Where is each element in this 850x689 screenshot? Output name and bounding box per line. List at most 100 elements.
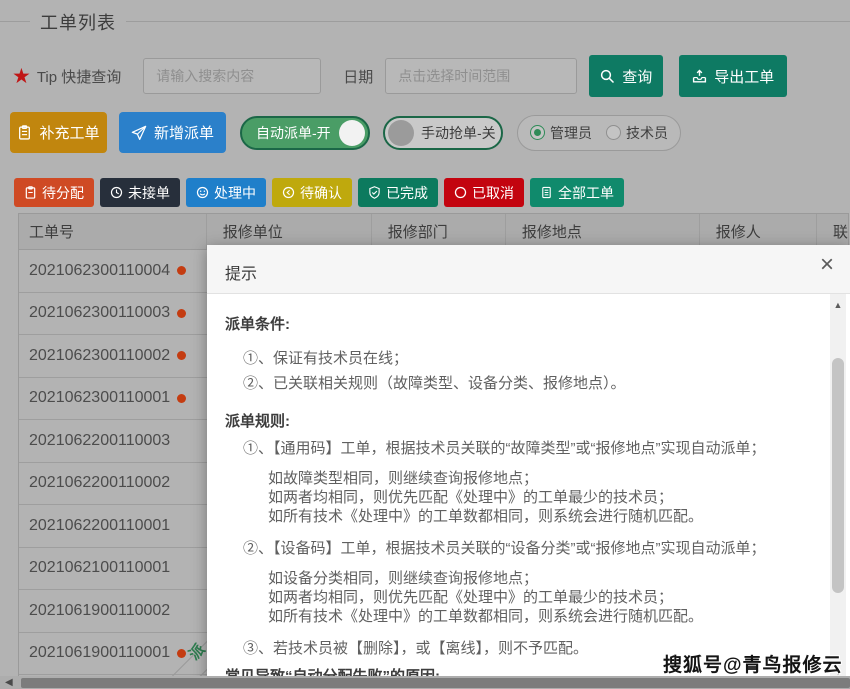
clipboard-icon	[24, 186, 37, 199]
query-button[interactable]: 查询	[589, 55, 663, 97]
rule-subitem: 如两者均相同，则优先匹配《处理中》的工单最少的技术员；	[268, 588, 673, 607]
filter-in-progress[interactable]: 处理中	[186, 178, 266, 207]
order-no: 2021061900110001	[29, 644, 170, 662]
unread-dot	[177, 309, 186, 318]
manual-grab-toggle-label: 手动抢单-关	[421, 123, 496, 143]
scroll-left-icon[interactable]: ◀	[5, 677, 13, 688]
filter-not-accepted[interactable]: 未接单	[100, 178, 180, 207]
circle-icon	[454, 186, 467, 199]
filter-label: 已取消	[472, 183, 514, 203]
filter-all-orders[interactable]: 全部工单	[530, 178, 624, 207]
unread-dot	[177, 394, 186, 403]
export-icon	[692, 69, 707, 84]
work-order-page: 工单列表 ★ Tip 快捷查询 日期 查询 导出工单	[0, 0, 850, 689]
smiley-icon	[196, 186, 209, 199]
col-contact[interactable]: 联	[817, 214, 848, 249]
order-no: 2021062300110001	[29, 389, 170, 407]
export-button-label: 导出工单	[714, 66, 774, 87]
radio-admin[interactable]: 管理员	[530, 123, 592, 143]
order-no: 2021062300110003	[29, 304, 170, 322]
title-divider	[0, 21, 850, 22]
scrollbar-thumb[interactable]	[832, 358, 844, 593]
search-icon	[600, 69, 615, 84]
dispatch-rules-heading: 派单规则:	[225, 410, 290, 431]
rule-subitem: 如故障类型相同，则继续查询报修地点；	[268, 469, 538, 488]
page-title: 工单列表	[30, 9, 126, 35]
order-no: 2021061900110002	[29, 602, 170, 620]
rule-item: ①、【通用码】工单，根据技术员关联的“故障类型”或“报修地点”实现自动派单；	[243, 437, 765, 458]
search-toolbar: ★ Tip 快捷查询 日期 查询 导出工单	[12, 54, 787, 98]
order-no: 2021062200110002	[29, 474, 170, 492]
filter-label: 未接单	[128, 183, 170, 203]
auto-dispatch-toggle[interactable]: 自动派单-开	[240, 116, 370, 150]
clipboard-icon	[17, 125, 32, 140]
filter-completed[interactable]: 已完成	[358, 178, 438, 207]
col-reporter[interactable]: 报修人	[700, 214, 817, 249]
search-input[interactable]	[143, 58, 321, 94]
order-no: 2021062100110001	[29, 559, 170, 577]
clock-icon	[110, 186, 123, 199]
quick-search-label: Tip 快捷查询	[37, 66, 121, 87]
rule-subitem: 如两者均相同，则优先匹配《处理中》的工单最少的技术员；	[268, 488, 673, 507]
order-no: 2021062300110002	[29, 347, 170, 365]
supplement-button-label: 补充工单	[39, 122, 99, 143]
date-label: 日期	[343, 66, 373, 87]
close-icon[interactable]: ×	[820, 253, 834, 277]
modal-title: 提示	[225, 260, 257, 284]
modal-header: 提示 ×	[207, 245, 850, 294]
filter-label: 待分配	[42, 183, 84, 203]
watermark: 搜狐号@青鸟报修云	[663, 650, 843, 677]
action-bar: 补充工单 新增派单 自动派单-开 手动抢单-关 管理员 技术员	[10, 112, 681, 153]
role-radio-group: 管理员 技术员	[517, 115, 681, 151]
date-range-input[interactable]	[385, 58, 577, 94]
filter-label: 已完成	[386, 183, 428, 203]
supplement-order-button[interactable]: 补充工单	[10, 112, 107, 153]
col-repair-dept[interactable]: 报修部门	[372, 214, 506, 249]
filter-cancelled[interactable]: 已取消	[444, 178, 524, 207]
rule-subitem: 如设备分类相同，则继续查询报修地点；	[268, 569, 538, 588]
unread-dot	[177, 266, 186, 275]
export-orders-button[interactable]: 导出工单	[679, 55, 787, 97]
toggle-knob	[339, 120, 365, 146]
auto-dispatch-toggle-label: 自动派单-开	[256, 123, 331, 143]
scroll-up-icon[interactable]: ▲	[830, 300, 846, 310]
condition-item: ①、保证有技术员在线；	[243, 347, 408, 368]
col-repair-unit[interactable]: 报修单位	[207, 214, 372, 249]
star-icon: ★	[12, 66, 31, 87]
radio-unselected-icon	[606, 125, 621, 140]
new-dispatch-button[interactable]: 新增派单	[119, 112, 226, 153]
filter-pending-assign[interactable]: 待分配	[14, 178, 94, 207]
new-dispatch-button-label: 新增派单	[154, 122, 214, 143]
rule-subitem: 如所有技术《处理中》的工单数都相同，则系统会进行随机匹配。	[268, 607, 703, 626]
col-order-no[interactable]: 工单号	[19, 214, 207, 249]
modal-scrollbar[interactable]: ▲ ▼	[830, 294, 846, 689]
modal-body: 派单条件: ①、保证有技术员在线； ②、已关联相关规则（故障类型、设备分类、报修…	[207, 294, 850, 689]
unread-dot	[177, 351, 186, 360]
col-repair-location[interactable]: 报修地点	[506, 214, 700, 249]
tip-modal: 提示 × 派单条件: ①、保证有技术员在线； ②、已关联相关规则（故障类型、设备…	[207, 245, 850, 689]
rule-item: ③、若技术员被【删除】，或【离线】，则不予匹配。	[243, 637, 588, 658]
rule-subitem: 如所有技术《处理中》的工单数都相同，则系统会进行随机匹配。	[268, 507, 703, 526]
history-icon	[282, 186, 295, 199]
document-icon	[540, 186, 553, 199]
dispatch-conditions-heading: 派单条件:	[225, 313, 290, 334]
horizontal-scrollbar[interactable]: ◀	[0, 676, 850, 689]
manual-grab-toggle[interactable]: 手动抢单-关	[383, 116, 503, 150]
toggle-knob	[388, 120, 414, 146]
status-filter-bar: 待分配 未接单 处理中 待确认	[14, 178, 624, 207]
rule-item: ②、【设备码】工单，根据技术员关联的“设备分类”或“报修地点”实现自动派单；	[243, 537, 765, 558]
filter-label: 待确认	[300, 183, 342, 203]
shield-check-icon	[368, 186, 381, 199]
radio-admin-label: 管理员	[550, 123, 592, 143]
filter-label: 全部工单	[558, 183, 614, 203]
filter-pending-confirm[interactable]: 待确认	[272, 178, 352, 207]
query-button-label: 查询	[622, 66, 652, 87]
paper-plane-icon	[131, 125, 147, 141]
order-no: 2021062200110001	[29, 517, 170, 535]
radio-selected-icon	[530, 125, 545, 140]
horizontal-scrollbar-thumb[interactable]	[21, 678, 850, 688]
radio-technician-label: 技术员	[626, 123, 668, 143]
order-no: 2021062200110003	[29, 432, 170, 450]
condition-item: ②、已关联相关规则（故障类型、设备分类、报修地点）。	[243, 372, 626, 393]
radio-technician[interactable]: 技术员	[606, 123, 668, 143]
